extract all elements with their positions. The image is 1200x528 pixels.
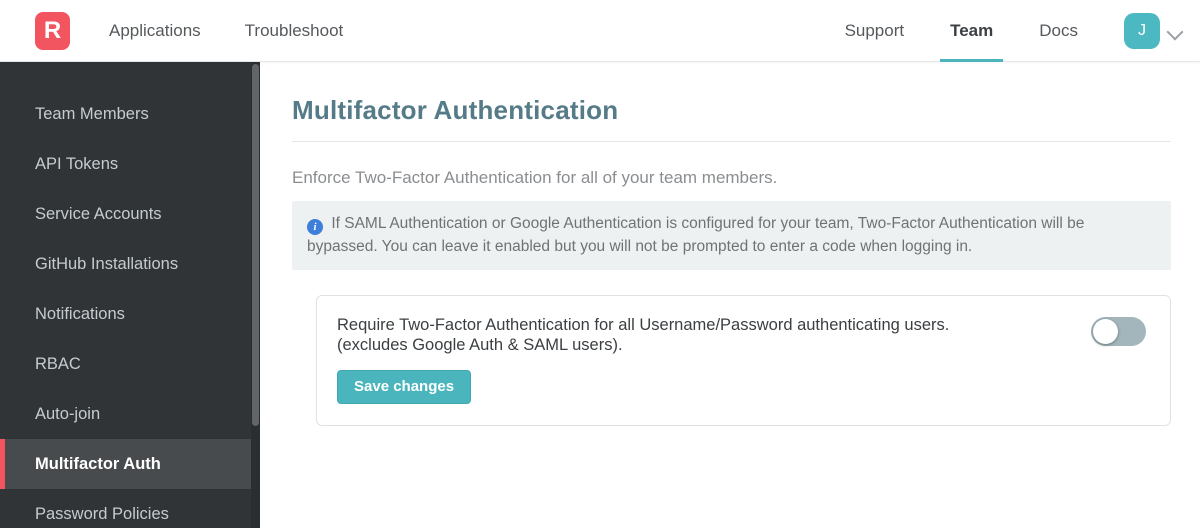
settings-sidebar: Team Members API Tokens Service Accounts… [0,62,260,528]
primary-nav: Applications Troubleshoot [109,0,387,62]
page-title: Multifactor Authentication [292,95,619,125]
toggle-knob [1093,318,1118,344]
main-content: Multifactor Authentication Enforce Two-F… [260,62,1200,528]
sidebar-item-multifactor-auth[interactable]: Multifactor Auth [0,439,260,489]
info-note: i If SAML Authentication or Google Authe… [292,201,1171,270]
body-wrap: Team Members API Tokens Service Accounts… [0,62,1200,528]
sidebar-item-auto-join[interactable]: Auto-join [0,389,260,439]
info-note-text: If SAML Authentication or Google Authent… [307,215,1085,256]
chevron-down-icon[interactable] [1166,21,1186,41]
rollbar-logo-icon[interactable]: R [35,11,70,50]
two-factor-toggle[interactable] [1091,316,1146,346]
nav-troubleshoot[interactable]: Troubleshoot [245,0,344,62]
info-icon: i [307,219,323,236]
nav-team-active[interactable]: Team [940,0,1004,62]
sidebar-item-password-policies[interactable]: Password Policies [0,489,260,528]
sidebar-item-github-installations[interactable]: GitHub Installations [0,239,260,289]
top-navbar: R Applications Troubleshoot Support Team… [0,0,1200,62]
sidebar-item-service-accounts[interactable]: Service Accounts [0,189,260,239]
nav-docs[interactable]: Docs [1039,0,1078,62]
setting-card-left: Require Two-Factor Authentication for al… [337,315,949,404]
sidebar-item-rbac[interactable]: RBAC [0,339,260,389]
save-changes-button[interactable]: Save changes [337,369,472,404]
setting-description-line1: Require Two-Factor Authentication for al… [337,315,950,334]
user-avatar[interactable]: J [1124,12,1160,49]
setting-description: Require Two-Factor Authentication for al… [337,315,949,356]
page-subtitle: Enforce Two-Factor Authentication for al… [292,168,778,187]
sidebar-item-team-members[interactable]: Team Members [0,89,260,139]
sidebar-scrollbar-thumb[interactable] [252,64,259,426]
title-divider [292,141,1171,142]
sidebar-item-api-tokens[interactable]: API Tokens [0,139,260,189]
nav-applications[interactable]: Applications [109,0,201,62]
secondary-nav: Support Team Docs J [845,0,1200,62]
page: R Applications Troubleshoot Support Team… [0,0,1200,528]
setting-description-line2: (excludes Google Auth & SAML users). [337,336,623,355]
two-factor-setting-card: Require Two-Factor Authentication for al… [316,294,1171,426]
sidebar-item-notifications[interactable]: Notifications [0,289,260,339]
nav-support[interactable]: Support [845,0,905,62]
